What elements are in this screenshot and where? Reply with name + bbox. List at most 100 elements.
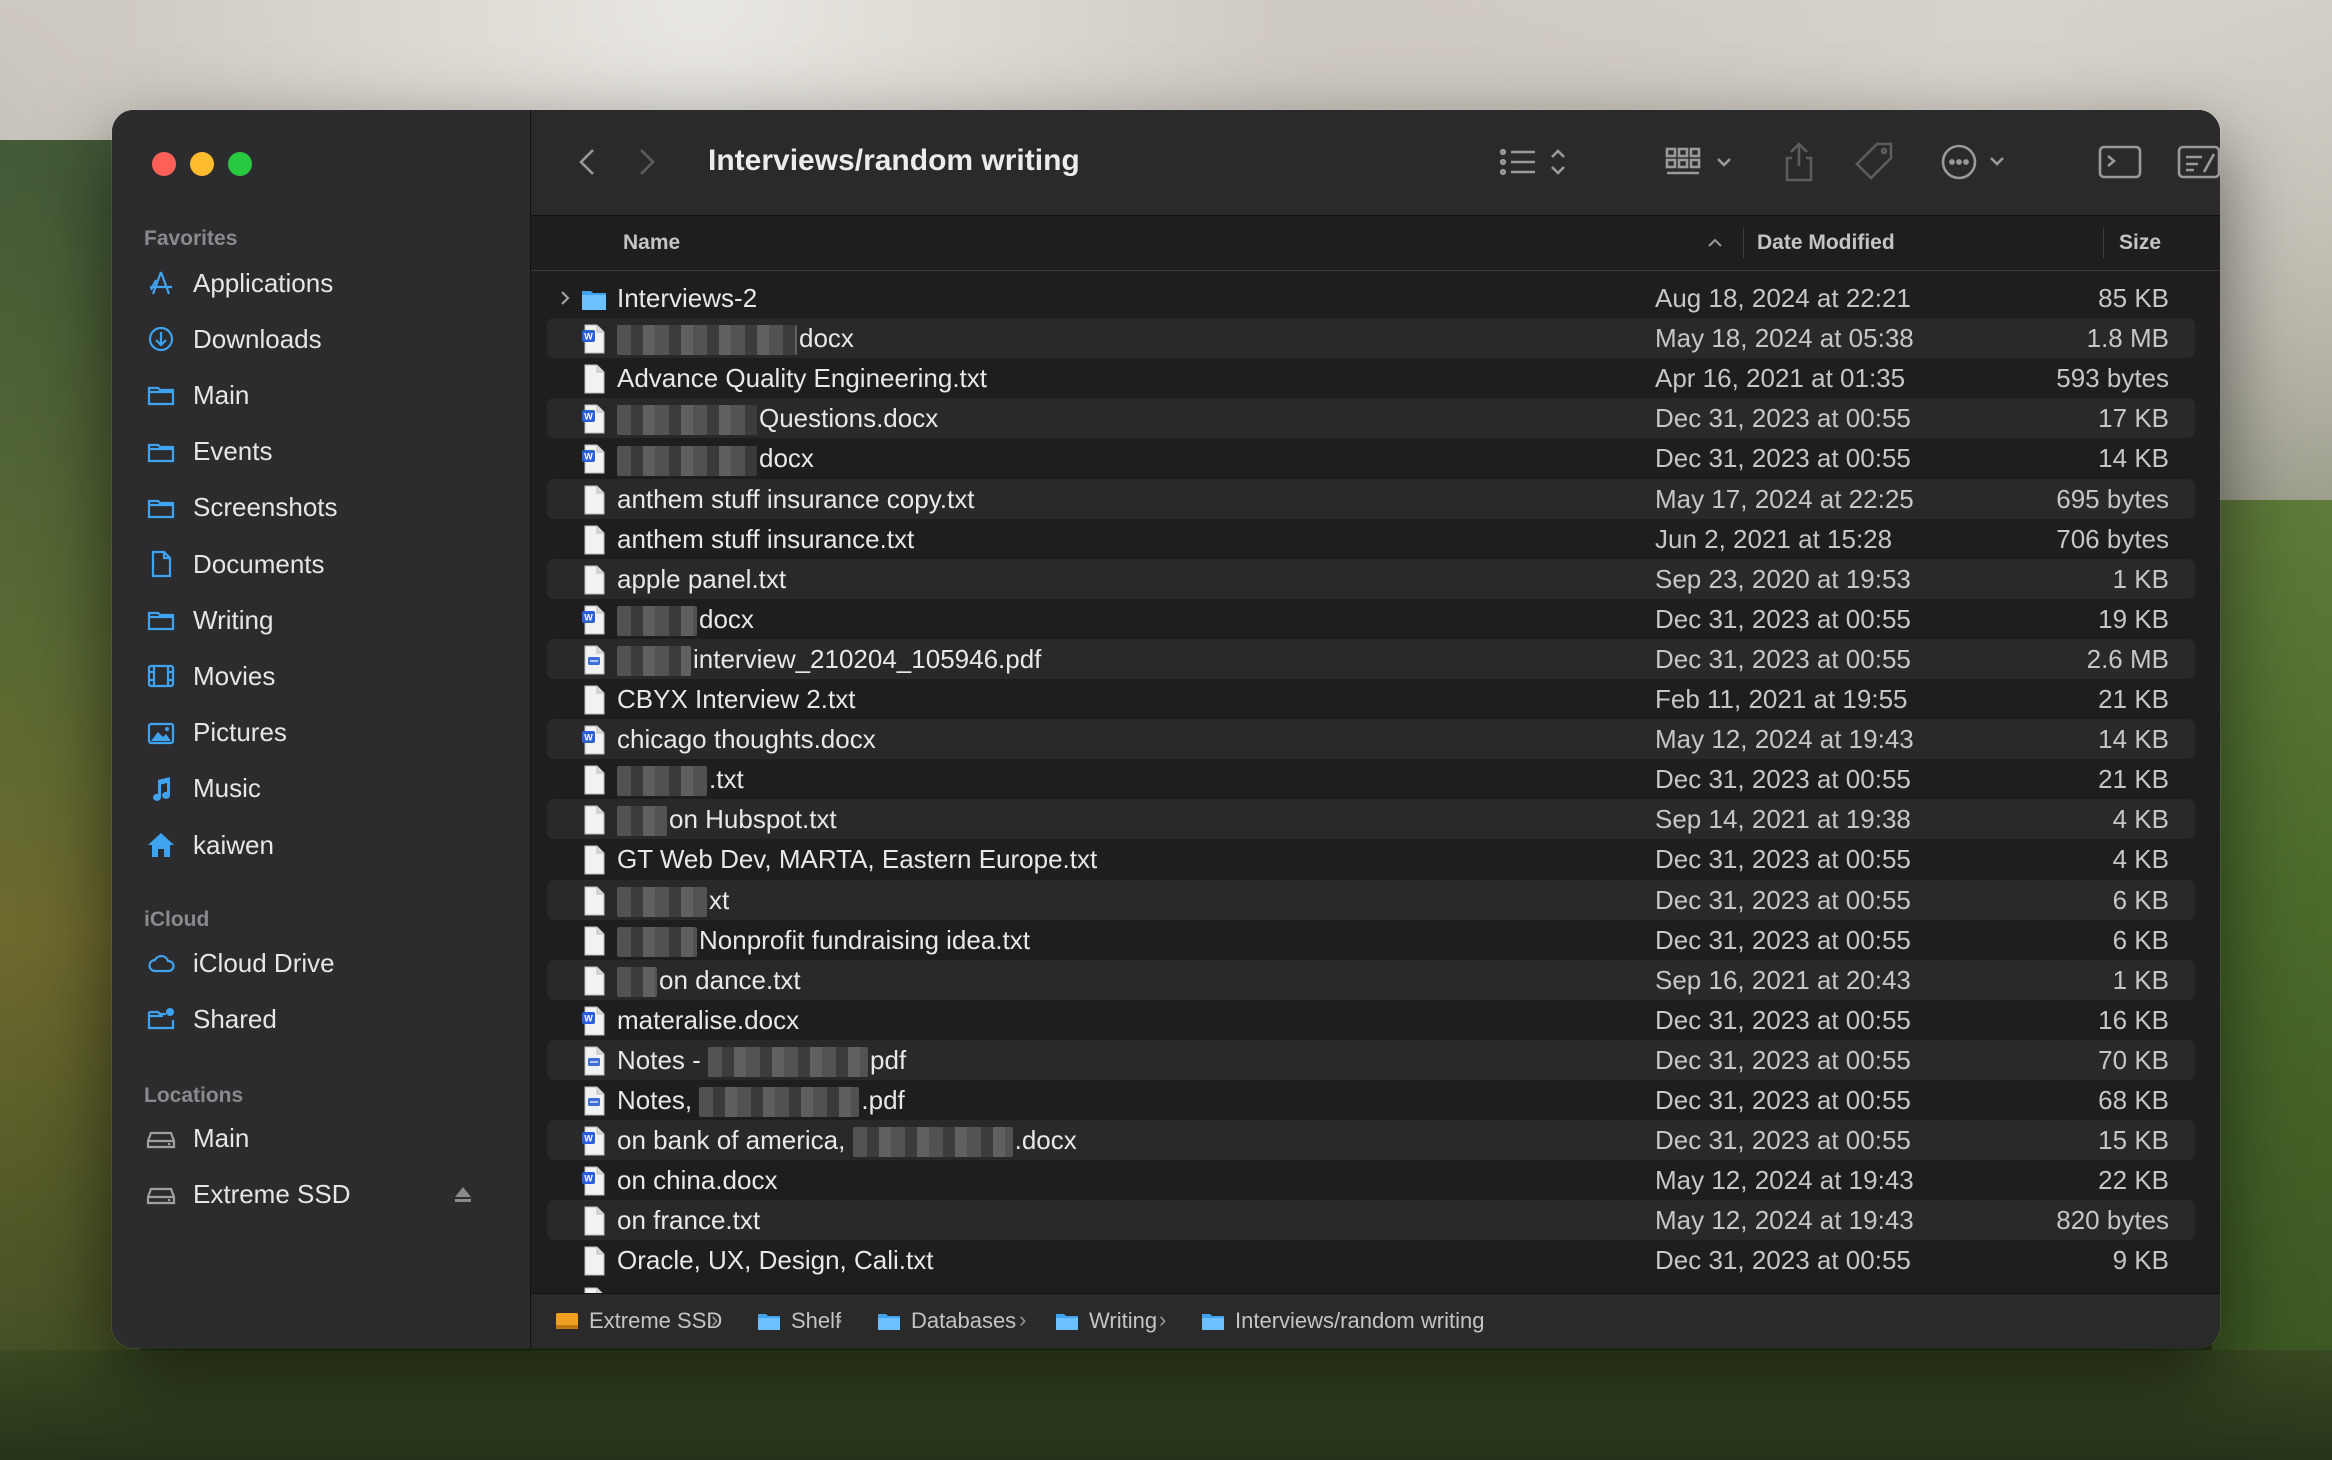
sidebar-item-documents[interactable]: Documents [144, 539, 514, 589]
file-name: interview_210204_105946.pdf [617, 644, 1041, 677]
group-button[interactable] [1663, 140, 1737, 184]
sidebar-item-main[interactable]: Main [144, 370, 514, 420]
file-row[interactable]: on Hubspot.txt Sep 14, 2021 at 19:38 4 KB [547, 799, 2195, 840]
sidebar-item-applications[interactable]: Applications [144, 258, 514, 308]
file-row[interactable]: Wdocx Dec 31, 2023 at 00:55 19 KB [547, 599, 2195, 639]
sidebar-item-kaiwen[interactable]: kaiwen [144, 820, 514, 870]
file-size: 85 KB [2098, 283, 2169, 313]
redacted-block [617, 445, 757, 476]
path-item[interactable]: Shelf [757, 1308, 841, 1334]
terminal-button[interactable] [2097, 140, 2143, 184]
file-row[interactable]: Notes, .pdf Dec 31, 2023 at 00:55 68 KB [547, 1080, 2195, 1120]
sidebar-item-downloads[interactable]: Downloads [144, 314, 514, 364]
column-separator[interactable] [2103, 228, 2104, 258]
file-row[interactable]: Wdocx Dec 31, 2023 at 00:55 14 KB [547, 438, 2195, 478]
file-row[interactable]: Notes - pdf Dec 31, 2023 at 00:55 70 KB [547, 1039, 2195, 1080]
column-name[interactable]: Name [623, 231, 680, 255]
sidebar-item-events[interactable]: Events [144, 427, 514, 477]
svg-text:W: W [584, 332, 593, 342]
sidebar-item-shared[interactable]: Shared [144, 994, 514, 1044]
file-row[interactable]: xt Dec 31, 2023 at 00:55 6 KB [547, 879, 2195, 920]
path-item[interactable]: Extreme SSD [555, 1308, 722, 1334]
view-mode-button[interactable] [1497, 140, 1573, 184]
share-button[interactable] [1781, 140, 1817, 184]
text-file-icon [584, 1246, 605, 1276]
path-item[interactable]: Databases [877, 1308, 1016, 1334]
file-name: Advance Quality Engineering.txt [617, 363, 987, 394]
file-row[interactable]: apple panel.txt Sep 23, 2020 at 19:53 1 KB [547, 558, 2195, 599]
file-date: Dec 31, 2023 at 00:55 [1655, 1245, 1911, 1276]
file-row[interactable]: Wmateralise.docx Dec 31, 2023 at 00:55 16 … [547, 1000, 2195, 1040]
file-row[interactable]: Won china.docx May 12, 2024 at 19:43 22 KB [547, 1160, 2195, 1200]
file-row[interactable]: Oracle, UX, Design, Cali.txt Dec 31, 2023… [547, 1240, 2195, 1280]
action-menu-button[interactable] [1939, 140, 2009, 184]
file-row[interactable]: Interviews-2 Aug 18, 2024 at 22:21 85 KB [547, 278, 2195, 318]
sidebar-item-pictures[interactable]: Pictures [144, 708, 514, 758]
sidebar-item-main[interactable]: Main [144, 1113, 514, 1163]
file-date: Dec 31, 2023 at 00:55 [1655, 1125, 1911, 1156]
text-file-icon [584, 886, 605, 915]
file-name: on Hubspot.txt [617, 804, 837, 837]
chevron-right-icon [640, 149, 655, 175]
file-date: Aug 18, 2024 at 22:21 [1655, 283, 1911, 313]
word-document-icon: W [582, 404, 605, 434]
file-size: 4 KB [2112, 844, 2169, 875]
file-date: Feb 11, 2021 at 19:55 [1655, 684, 1908, 714]
back-button[interactable] [573, 140, 603, 184]
sidebar-item-label: Applications [193, 267, 334, 298]
text-edit-button[interactable] [2176, 140, 2220, 184]
sidebar-item-writing[interactable]: Writing [144, 595, 514, 645]
file-row[interactable]: W Questions.docx Dec 31, 2023 at 00:55 17 K… [547, 398, 2195, 439]
column-separator[interactable] [1743, 228, 1744, 258]
file-row[interactable]: Advance Quality Engineering.txt Apr 16, 2… [547, 358, 2195, 398]
close-button[interactable] [152, 152, 176, 176]
sidebar-item-label: Documents [193, 548, 325, 579]
file-date: Dec 31, 2023 at 00:55 [1655, 443, 1911, 474]
sidebar-item-screenshots[interactable]: Screenshots [144, 483, 514, 533]
file-row[interactable]: GT Web Dev, MARTA, Eastern Europe.txt Dec… [547, 839, 2195, 879]
disclosure-chevron-icon[interactable] [557, 289, 573, 307]
toolbar: Interviews/random writing [531, 110, 2220, 216]
eject-icon[interactable] [452, 1183, 474, 1205]
text-file-icon [584, 565, 605, 595]
file-row[interactable]: anthem stuff insurance copy.txt May 17, 2… [547, 478, 2195, 519]
file-date: Dec 31, 2023 at 00:55 [1655, 924, 1911, 955]
minimize-button[interactable] [190, 152, 214, 176]
zoom-button[interactable] [228, 152, 252, 176]
path-item[interactable]: Writing [1055, 1308, 1157, 1334]
sidebar-item-music[interactable]: Music [144, 764, 514, 814]
file-name: docx [617, 323, 854, 356]
file-row[interactable]: Won bank of america, .docx Dec 31, 2023 a… [547, 1120, 2195, 1161]
file-row[interactable]: Wchicago thoughts.docx May 12, 2024 at 19… [547, 719, 2195, 760]
external-drive-icon [556, 1313, 578, 1329]
sidebar-item-label: iCloud Drive [193, 947, 335, 978]
path-item[interactable]: Interviews/random writing [1201, 1308, 1484, 1334]
file-row[interactable]: CBYX Interview 2.txt Feb 11, 2021 at 19:5… [547, 679, 2195, 719]
file-row[interactable]: on dance.txt Sep 16, 2021 at 20:43 1 KB [547, 959, 2195, 1000]
file-row[interactable]: anthem stuff insurance.txt Jun 2, 2021 at… [547, 519, 2195, 559]
file-date: May 18, 2024 at 05:38 [1655, 323, 1914, 354]
path-bar: Extreme SSD › Shelf › Databases › Writing › Inte… [531, 1293, 2220, 1348]
file-row[interactable]: on france.txt May 12, 2024 at 19:43 820 by… [547, 1200, 2195, 1241]
sidebar-item-movies[interactable]: Movies [144, 651, 514, 701]
file-row[interactable]: .txt Dec 31, 2023 at 00:55 21 KB [547, 759, 2195, 799]
file-size: 70 KB [2098, 1044, 2169, 1075]
sidebar-item-icloud-drive[interactable]: iCloud Drive [144, 938, 514, 988]
file-date: Dec 31, 2023 at 00:55 [1655, 1085, 1911, 1115]
file-name: Interviews-2 [617, 283, 758, 313]
forward-button[interactable] [631, 140, 661, 184]
file-name: materalise.docx [617, 1004, 800, 1035]
file-date: Dec 31, 2023 at 00:55 [1655, 884, 1911, 915]
file-size: 4 KB [2112, 804, 2169, 835]
sidebar-item-extreme-ssd[interactable]: Extreme SSD [144, 1169, 514, 1219]
tag-button[interactable] [1853, 140, 1897, 184]
file-row[interactable]: Wdocx May 18, 2024 at 05:38 1.8 MB [547, 318, 2195, 359]
file-date: Dec 31, 2023 at 00:55 [1655, 643, 1911, 674]
file-row[interactable]: interview_210204_105946.pdf Dec 31, 2023 … [547, 638, 2195, 679]
column-size[interactable]: Size [2119, 231, 2161, 255]
column-date[interactable]: Date Modified [1757, 231, 1895, 255]
file-size: 706 bytes [2056, 523, 2169, 554]
text-file-icon [584, 1206, 605, 1236]
file-size: 17 KB [2098, 403, 2169, 434]
file-row[interactable]: Nonprofit fundraising idea.txt Dec 31, 20… [547, 920, 2195, 960]
